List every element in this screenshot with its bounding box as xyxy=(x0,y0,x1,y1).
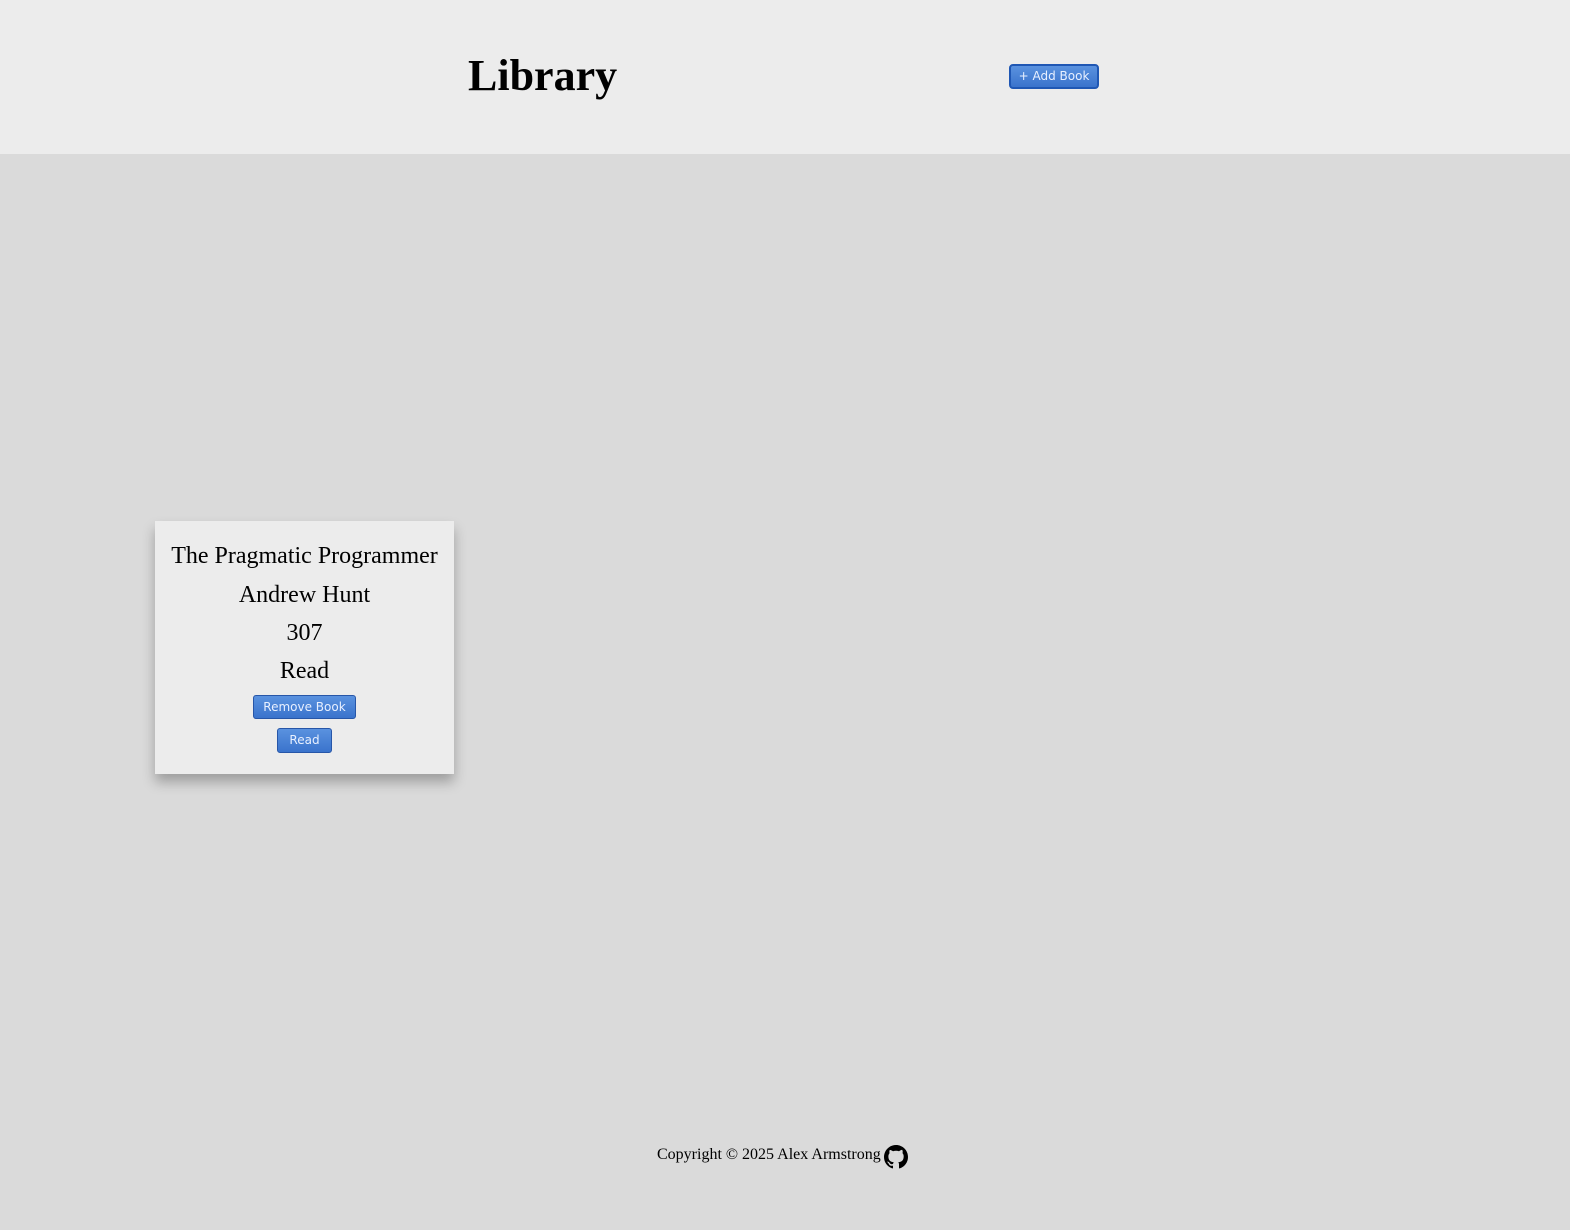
book-author: Andrew Hunt xyxy=(238,582,371,608)
book-pages: 307 xyxy=(286,620,323,646)
footer: Copyright © 2025 Alex Armstrong xyxy=(657,1140,908,1170)
read-toggle-button[interactable]: Read xyxy=(277,728,332,753)
remove-book-button[interactable]: Remove Book xyxy=(253,695,356,719)
header: Library + Add Book xyxy=(0,0,1570,154)
page-title: Library xyxy=(468,51,618,100)
github-icon[interactable] xyxy=(883,1145,908,1169)
add-book-button[interactable]: + Add Book xyxy=(1009,64,1099,89)
book-status: Read xyxy=(279,658,330,684)
book-card: The Pragmatic Programmer Andrew Hunt 307… xyxy=(155,521,454,774)
book-title: The Pragmatic Programmer xyxy=(171,543,438,569)
copyright-text: Copyright © 2025 Alex Armstrong xyxy=(657,1146,881,1163)
